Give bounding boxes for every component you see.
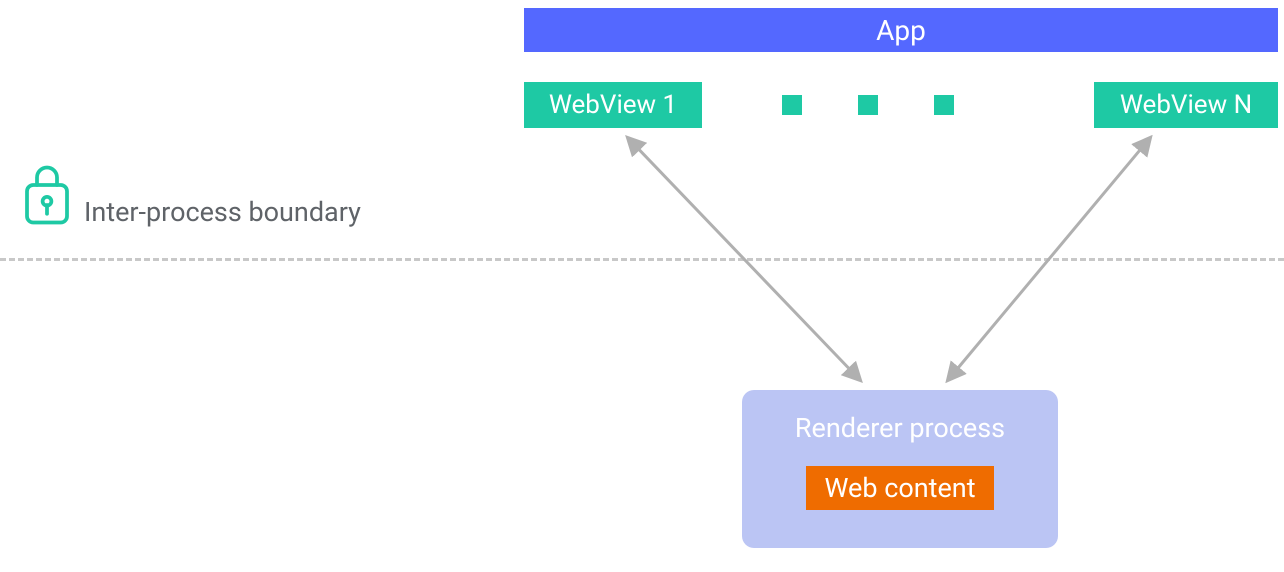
webview-1-box: WebView 1 bbox=[524, 82, 702, 128]
app-bar: App bbox=[524, 8, 1278, 52]
lock-icon bbox=[22, 162, 72, 228]
webview-1-label: WebView 1 bbox=[549, 90, 677, 120]
webview-n-box: WebView N bbox=[1094, 82, 1278, 128]
renderer-label: Renderer process bbox=[795, 412, 1005, 444]
app-label: App bbox=[876, 14, 926, 47]
ellipsis-dot bbox=[858, 95, 878, 115]
boundary-line bbox=[0, 258, 1284, 261]
webview-n-label: WebView N bbox=[1120, 90, 1252, 120]
ellipsis-dot bbox=[934, 95, 954, 115]
web-content-label: Web content bbox=[824, 472, 975, 504]
web-content-box: Web content bbox=[806, 466, 993, 510]
boundary-label: Inter-process boundary bbox=[84, 196, 361, 228]
ellipsis-dot bbox=[782, 95, 802, 115]
renderer-process-box: Renderer process Web content bbox=[742, 390, 1058, 548]
diagram-stage: App WebView 1 WebView N Inter-process bo… bbox=[0, 0, 1284, 572]
